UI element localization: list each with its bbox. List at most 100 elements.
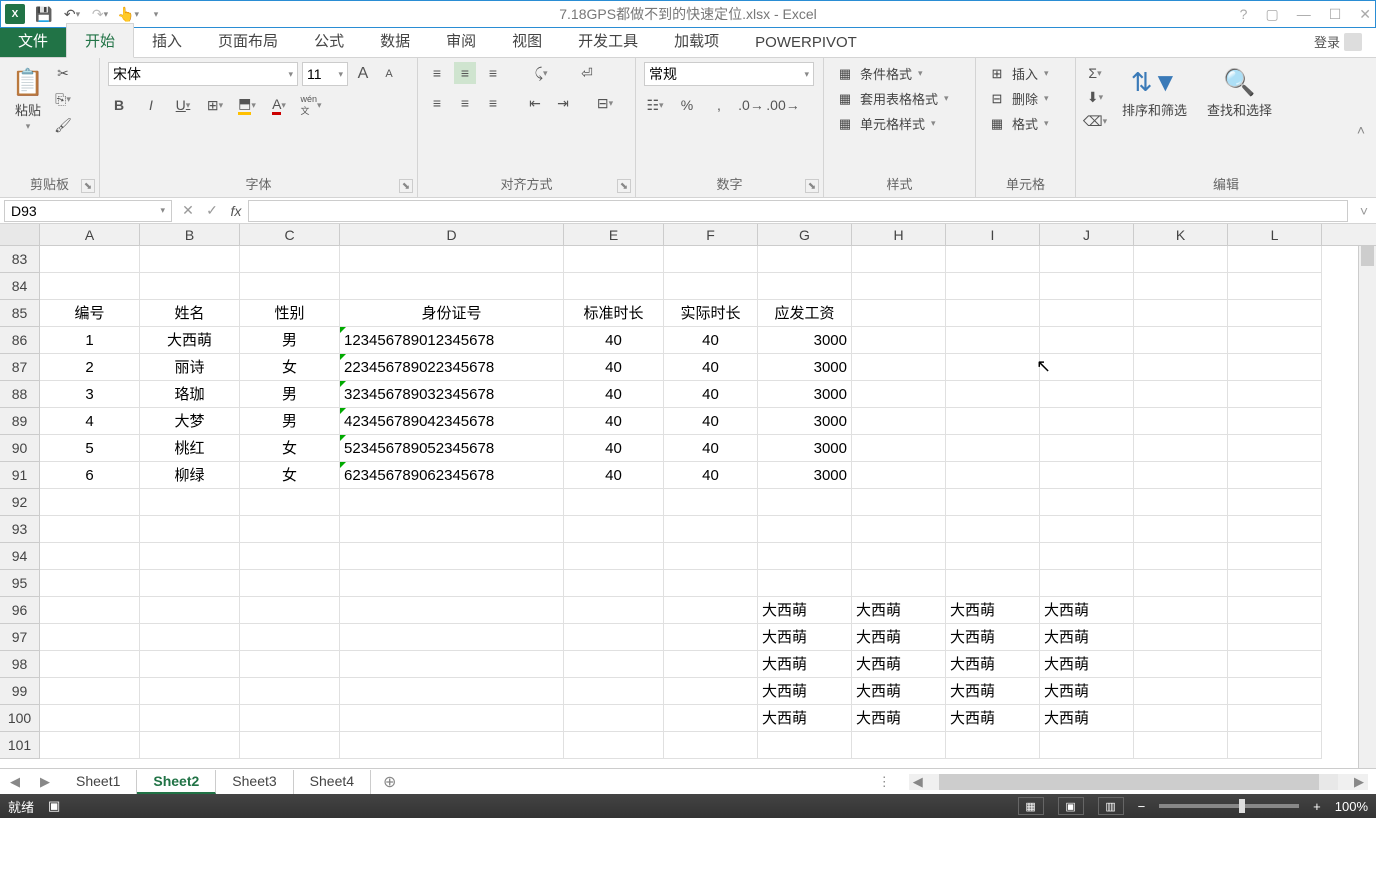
cell[interactable] [1228, 489, 1322, 516]
cell[interactable]: 大西萌 [1040, 705, 1134, 732]
clipboard-launcher-icon[interactable]: ⬊ [81, 179, 95, 193]
horizontal-scrollbar-thumb[interactable] [939, 774, 1319, 790]
zoom-slider-thumb[interactable] [1239, 799, 1245, 813]
cell[interactable] [140, 516, 240, 543]
cell[interactable]: 40 [564, 381, 664, 408]
cell[interactable] [946, 246, 1040, 273]
cell[interactable] [1040, 273, 1134, 300]
fill-icon[interactable]: ⬇▾ [1084, 86, 1106, 108]
cell[interactable]: 男 [240, 327, 340, 354]
cell[interactable] [1134, 354, 1228, 381]
cell[interactable] [852, 354, 946, 381]
collapse-ribbon-icon[interactable]: ˄ [1354, 123, 1368, 137]
cell[interactable] [1228, 327, 1322, 354]
cell[interactable] [664, 732, 758, 759]
cell[interactable]: 编号 [40, 300, 140, 327]
cell[interactable]: 丽诗 [140, 354, 240, 381]
cell[interactable] [946, 516, 1040, 543]
find-select-button[interactable]: 🔍 查找和选择 [1203, 62, 1276, 123]
paste-button[interactable]: 📋 粘贴 ▾ [8, 62, 48, 136]
cell[interactable] [852, 732, 946, 759]
phonetic-icon[interactable]: wén文▾ [300, 94, 322, 116]
cell[interactable] [40, 516, 140, 543]
cell[interactable] [40, 651, 140, 678]
cell[interactable] [1228, 381, 1322, 408]
minimize-icon[interactable]: — [1297, 6, 1311, 23]
cell[interactable] [340, 543, 564, 570]
cell[interactable] [564, 543, 664, 570]
row-header[interactable]: 95 [0, 570, 40, 597]
row-header[interactable]: 89 [0, 408, 40, 435]
cell[interactable]: 男 [240, 408, 340, 435]
cell[interactable] [758, 543, 852, 570]
maximize-icon[interactable]: ☐ [1329, 6, 1342, 23]
cell[interactable] [946, 489, 1040, 516]
cell[interactable]: 大西萌 [852, 678, 946, 705]
cell[interactable] [946, 462, 1040, 489]
cell[interactable]: 5 [40, 435, 140, 462]
cell[interactable] [140, 678, 240, 705]
cell[interactable]: 40 [564, 354, 664, 381]
cell[interactable] [140, 651, 240, 678]
cell[interactable]: 大西萌 [758, 624, 852, 651]
cell[interactable] [40, 732, 140, 759]
cell[interactable] [664, 516, 758, 543]
indent-decrease-icon[interactable]: ⇤ [524, 92, 546, 114]
cell[interactable] [946, 543, 1040, 570]
cell[interactable] [40, 678, 140, 705]
cell[interactable] [946, 327, 1040, 354]
cell[interactable] [140, 624, 240, 651]
cell[interactable] [946, 354, 1040, 381]
cell[interactable] [240, 705, 340, 732]
insert-cells-button[interactable]: ⊞插入▾ [984, 62, 1053, 85]
cell[interactable] [1134, 651, 1228, 678]
tab-dev[interactable]: 开发工具 [560, 24, 656, 57]
font-size-combo[interactable]: 11▾ [302, 62, 348, 86]
row-header[interactable]: 97 [0, 624, 40, 651]
cell[interactable]: 523456789052345678 [340, 435, 564, 462]
row-header[interactable]: 93 [0, 516, 40, 543]
cell[interactable]: 身份证号 [340, 300, 564, 327]
row-header[interactable]: 100 [0, 705, 40, 732]
cell[interactable]: 40 [664, 462, 758, 489]
cell[interactable] [240, 570, 340, 597]
cell-styles-button[interactable]: ▦单元格样式▾ [832, 112, 940, 135]
delete-cells-button[interactable]: ⊟删除▾ [984, 87, 1053, 110]
cell[interactable]: 40 [564, 435, 664, 462]
cell[interactable]: 3000 [758, 381, 852, 408]
cell[interactable] [1040, 489, 1134, 516]
cell[interactable] [564, 246, 664, 273]
cell[interactable] [1134, 678, 1228, 705]
borders-icon[interactable]: ⊞▾ [204, 94, 226, 116]
cell[interactable] [852, 273, 946, 300]
cell[interactable] [1040, 543, 1134, 570]
accounting-icon[interactable]: ☷▾ [644, 94, 666, 116]
cell[interactable] [564, 624, 664, 651]
format-painter-icon[interactable]: 🖌 [52, 114, 74, 136]
cell[interactable] [240, 624, 340, 651]
cell[interactable] [40, 543, 140, 570]
sheet-tab[interactable]: Sheet1 [60, 770, 137, 794]
cell[interactable]: 大西萌 [1040, 651, 1134, 678]
cell[interactable] [240, 246, 340, 273]
cell[interactable]: 大西萌 [852, 651, 946, 678]
cell[interactable] [1134, 624, 1228, 651]
number-launcher-icon[interactable]: ⬊ [805, 179, 819, 193]
cut-icon[interactable]: ✂ [52, 62, 74, 84]
cell[interactable] [140, 705, 240, 732]
autosum-icon[interactable]: Σ▾ [1084, 62, 1106, 84]
cell[interactable] [1228, 354, 1322, 381]
cell[interactable] [1228, 624, 1322, 651]
cell[interactable]: 623456789062345678 [340, 462, 564, 489]
align-center-icon[interactable]: ≡ [454, 92, 476, 114]
cell[interactable] [40, 705, 140, 732]
orientation-icon[interactable]: ⤹▾ [530, 62, 552, 84]
align-right-icon[interactable]: ≡ [482, 92, 504, 114]
cell[interactable] [564, 516, 664, 543]
cell[interactable] [664, 597, 758, 624]
sheet-tab[interactable]: Sheet2 [137, 770, 216, 794]
view-normal-icon[interactable]: ▦ [1018, 797, 1044, 815]
cell[interactable] [664, 246, 758, 273]
zoom-level[interactable]: 100% [1335, 799, 1368, 814]
macro-record-icon[interactable]: ▣ [48, 798, 60, 814]
